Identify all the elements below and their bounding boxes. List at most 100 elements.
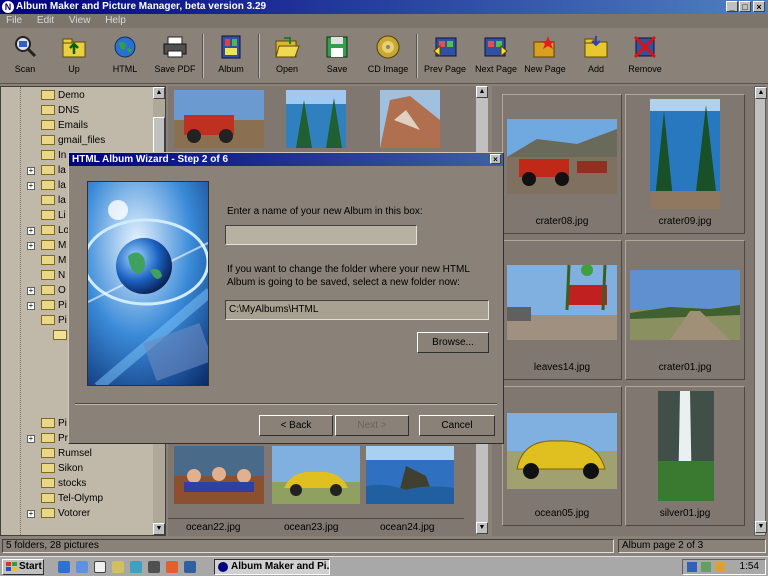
folder-icon xyxy=(41,105,55,116)
up-button[interactable]: Up xyxy=(49,34,99,82)
taskbar-app-button[interactable]: Album Maker and Pi... xyxy=(214,559,330,575)
expand-icon[interactable]: + xyxy=(27,182,35,190)
menu-help[interactable]: Help xyxy=(105,15,126,26)
tree-folder-item[interactable]: + O xyxy=(27,284,66,298)
dialog-close-button[interactable]: × xyxy=(490,154,501,164)
thumbnail-photo[interactable] xyxy=(272,446,360,504)
menu-file[interactable]: File xyxy=(6,15,22,26)
expand-icon[interactable]: + xyxy=(27,227,35,235)
start-button[interactable]: Start xyxy=(2,559,44,575)
tree-folder-item[interactable]: Emails xyxy=(41,119,88,133)
folder-icon xyxy=(41,463,55,474)
scroll-up-arrow-icon[interactable]: ▲ xyxy=(153,87,165,99)
scan-icon xyxy=(15,36,37,58)
html-button[interactable]: HTML xyxy=(100,34,150,82)
expand-icon[interactable]: + xyxy=(27,287,35,295)
expand-icon[interactable]: + xyxy=(27,167,35,175)
toolbar: Scan Up HTML Save PDF Album Open Save CD… xyxy=(0,28,768,84)
next-page-button[interactable]: Next Page xyxy=(471,34,521,82)
folder-path-input[interactable]: C:\MyAlbums\HTML xyxy=(225,300,489,320)
thumbnail-crater09[interactable]: crater09.jpg xyxy=(625,94,745,234)
tree-folder-item[interactable]: Li xyxy=(41,209,66,223)
close-button[interactable]: × xyxy=(753,1,765,12)
tree-folder-item[interactable]: M xyxy=(41,254,66,268)
quicklaunch-folder-icon[interactable] xyxy=(112,561,124,573)
tree-folder-item[interactable]: + la xyxy=(27,164,66,178)
scroll-up-arrow-icon[interactable]: ▲ xyxy=(755,87,767,99)
right-scrollbar-track[interactable]: ▲ ▼ xyxy=(754,86,767,536)
tree-folder-item[interactable]: DNS xyxy=(41,104,79,118)
cancel-button[interactable]: Cancel xyxy=(419,415,495,436)
tree-folder-item[interactable]: N xyxy=(41,269,65,283)
thumbnail-crater08[interactable]: crater08.jpg xyxy=(502,94,622,234)
scroll-down-arrow-icon[interactable]: ▼ xyxy=(476,522,488,534)
quicklaunch-desktop-icon[interactable] xyxy=(184,561,196,573)
tree-folder-item[interactable]: stocks xyxy=(41,477,86,491)
minimize-button[interactable]: _ xyxy=(726,1,738,12)
next-button[interactable]: Next > xyxy=(335,415,409,436)
album-name-input[interactable] xyxy=(225,225,417,245)
tree-folder-item[interactable]: Demo xyxy=(41,89,85,103)
expand-icon[interactable]: + xyxy=(27,435,35,443)
folder-icon xyxy=(41,255,55,266)
save-pdf-button[interactable]: Save PDF xyxy=(150,34,200,82)
thumbnail-photo[interactable] xyxy=(366,446,454,504)
menu-view[interactable]: View xyxy=(69,15,91,26)
remove-button[interactable]: Remove xyxy=(620,34,670,82)
open-button[interactable]: Open xyxy=(262,34,312,82)
quicklaunch-mail-icon[interactable] xyxy=(76,561,88,573)
quicklaunch-media-icon[interactable] xyxy=(130,561,142,573)
quicklaunch-monitor-icon[interactable] xyxy=(148,561,160,573)
back-button[interactable]: < Back xyxy=(259,415,333,436)
thumbnail-photo[interactable] xyxy=(174,90,264,148)
expand-icon[interactable]: + xyxy=(27,510,35,518)
scan-button[interactable]: Scan xyxy=(0,34,50,82)
thumbnail-photo[interactable] xyxy=(380,90,440,148)
thumbnail-crater01[interactable]: crater01.jpg xyxy=(625,240,745,380)
album-button[interactable]: Album xyxy=(206,34,256,82)
tray-network-icon[interactable] xyxy=(687,562,697,572)
tree-folder-item[interactable]: Tel-Olymp xyxy=(41,492,103,506)
expand-icon[interactable]: + xyxy=(27,242,35,250)
tree-folder-item[interactable]: Pi xyxy=(41,417,67,431)
thumbnail-silver01[interactable]: silver01.jpg xyxy=(625,386,745,526)
scroll-down-arrow-icon[interactable]: ▼ xyxy=(755,521,767,533)
prev-page-button[interactable]: Prev Page xyxy=(420,34,470,82)
tree-folder-item[interactable]: Rumsel xyxy=(41,447,92,461)
tree-folder-item[interactable]: + Votorer xyxy=(27,507,90,521)
thumbnail-leaves14[interactable]: leaves14.jpg xyxy=(502,240,622,380)
thumbnail-ocean05[interactable]: ocean05.jpg xyxy=(502,386,622,526)
browse-button[interactable]: Browse... xyxy=(417,332,489,353)
expand-icon[interactable]: + xyxy=(27,302,35,310)
new-page-button[interactable]: New Page xyxy=(520,34,570,82)
tray-app-icon[interactable] xyxy=(715,562,725,572)
thumbnail-photo[interactable] xyxy=(174,446,264,504)
window-title: Album Maker and Picture Manager, beta ve… xyxy=(16,1,267,12)
tree-folder-item[interactable]: In xyxy=(41,149,66,163)
tree-folder-item[interactable]: Sikon xyxy=(41,462,83,476)
album-icon xyxy=(221,35,241,59)
tree-folder-item[interactable]: la xyxy=(41,194,66,208)
html-album-wizard-dialog: HTML Album Wizard - Step 2 of 6 × Enter … xyxy=(68,152,504,444)
quicklaunch-app-icon[interactable] xyxy=(166,561,178,573)
scroll-up-arrow-icon[interactable]: ▲ xyxy=(476,86,488,98)
tree-folder-item[interactable]: + Pr xyxy=(27,432,68,446)
tree-folder-item[interactable]: gmail_files xyxy=(41,134,105,148)
quicklaunch-browser-icon[interactable] xyxy=(58,561,70,573)
tree-folder-item[interactable]: + M xyxy=(27,239,66,253)
thumbnail-photo xyxy=(658,391,714,501)
scroll-down-arrow-icon[interactable]: ▼ xyxy=(153,523,165,535)
save-button[interactable]: Save xyxy=(312,34,362,82)
tray-volume-icon[interactable] xyxy=(701,562,711,572)
thumbnail-photo[interactable] xyxy=(286,90,346,148)
cd-image-button[interactable]: CD Image xyxy=(363,34,413,82)
quicklaunch-document-icon[interactable] xyxy=(94,561,106,573)
maximize-button[interactable]: □ xyxy=(739,1,751,12)
tree-folder-item[interactable]: + Pi xyxy=(27,299,67,313)
add-button[interactable]: Add xyxy=(571,34,621,82)
tree-folder-item[interactable]: + Lo xyxy=(27,224,69,238)
tree-folder-item[interactable]: + la xyxy=(27,179,66,193)
globe-icon xyxy=(114,36,136,58)
menu-edit[interactable]: Edit xyxy=(37,15,54,26)
tree-folder-item[interactable]: Pi xyxy=(41,314,67,328)
